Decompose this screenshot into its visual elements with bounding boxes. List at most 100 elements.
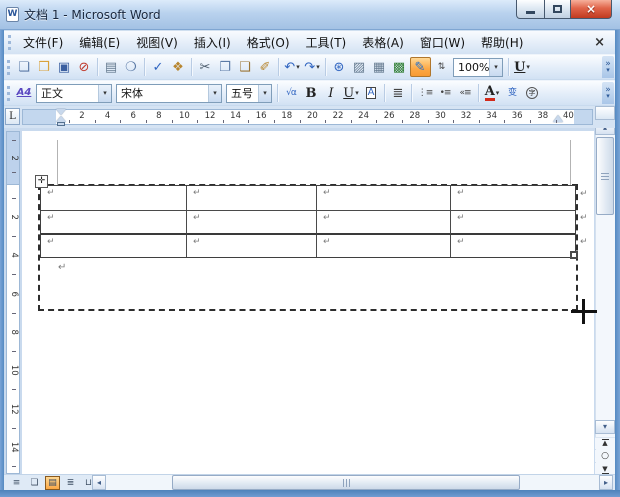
drawing-icon[interactable]: ✎ bbox=[410, 57, 431, 77]
menubar-close-icon[interactable]: × bbox=[594, 35, 605, 50]
underline-icon[interactable]: U▾ bbox=[342, 83, 361, 103]
character-border-icon[interactable]: A bbox=[362, 83, 381, 103]
permission-icon[interactable]: ⊘ bbox=[75, 57, 94, 77]
menu-item-6[interactable]: 表格(A) bbox=[354, 32, 412, 53]
close-button[interactable]: × bbox=[570, 0, 612, 19]
phonetic-guide-icon[interactable]: 变 bbox=[503, 83, 522, 103]
font-color-icon-dropdown[interactable]: ▾ bbox=[496, 89, 500, 97]
hyperlink-icon[interactable]: ⊛ bbox=[330, 57, 349, 77]
table-cell-r1c4[interactable]: ↵ bbox=[451, 186, 575, 211]
size-combobox-arrow[interactable]: ▾ bbox=[258, 85, 271, 102]
ruler-number-30: 30 bbox=[432, 112, 448, 121]
table-resize-handle[interactable] bbox=[570, 251, 578, 259]
undo-icon-dropdown[interactable]: ▾ bbox=[296, 63, 300, 71]
scroll-right-button[interactable]: ▸ bbox=[599, 475, 613, 490]
toolbar-drag-handle[interactable] bbox=[8, 35, 11, 50]
toolbar-drag-handle[interactable] bbox=[7, 60, 10, 75]
table-cell-r3c2[interactable]: ↵ bbox=[187, 235, 317, 257]
new-document-icon[interactable]: ❏ bbox=[15, 57, 34, 77]
menu-item-7[interactable]: 窗口(W) bbox=[412, 32, 473, 53]
font-combobox-arrow[interactable]: ▾ bbox=[208, 85, 221, 102]
cut-icon[interactable]: ✂ bbox=[196, 57, 215, 77]
redo-icon-dropdown[interactable]: ▾ bbox=[316, 63, 320, 71]
table-move-handle[interactable]: ✛ bbox=[35, 175, 48, 188]
center-align-icon[interactable]: ≣ bbox=[389, 83, 408, 103]
horizontal-scrollbar-thumb[interactable] bbox=[172, 475, 520, 490]
toolbar-drag-handle[interactable] bbox=[7, 86, 10, 101]
bold-icon[interactable]: B bbox=[302, 83, 321, 103]
font-color-icon[interactable]: A▾ bbox=[483, 83, 502, 103]
tables-and-borders-icon[interactable]: ▨ bbox=[350, 57, 369, 77]
insert-table-icon[interactable]: ▦ bbox=[370, 57, 389, 77]
paste-icon[interactable]: ❑ bbox=[236, 57, 255, 77]
size-combobox[interactable]: 五号▾ bbox=[226, 84, 272, 103]
move-cross-icon: ✛ bbox=[38, 177, 46, 186]
print-preview-icon[interactable]: ❍ bbox=[122, 57, 141, 77]
table-cell-r2c2[interactable]: ↵ bbox=[187, 211, 317, 235]
spelling-check-icon[interactable]: ✓ bbox=[149, 57, 168, 77]
open-folder-icon[interactable]: ❒ bbox=[35, 57, 54, 77]
redo-icon[interactable]: ↷▾ bbox=[303, 57, 322, 77]
menu-item-0[interactable]: 文件(F) bbox=[15, 32, 71, 53]
maximize-button[interactable] bbox=[544, 0, 571, 19]
view-normal-button[interactable]: ≡ bbox=[9, 476, 24, 490]
table-cell-r3c3[interactable]: ↵ bbox=[317, 235, 451, 257]
show-marks-icon[interactable]: ⇅ bbox=[432, 57, 451, 77]
equation-icon-glyph: √α bbox=[286, 89, 296, 98]
menu-item-3[interactable]: 插入(I) bbox=[186, 32, 239, 53]
bullet-list-icon[interactable]: •≡ bbox=[436, 83, 455, 103]
table-cell-r1c1[interactable]: ↵ bbox=[41, 186, 187, 211]
menu-item-2[interactable]: 视图(V) bbox=[128, 32, 186, 53]
insert-excel-icon-glyph: ▩ bbox=[393, 61, 405, 74]
previous-page-button[interactable]: ▲ bbox=[595, 437, 615, 449]
scroll-left-button[interactable]: ◂ bbox=[92, 475, 106, 490]
menu-item-1[interactable]: 编辑(E) bbox=[71, 32, 128, 53]
underline-icon-dropdown[interactable]: ▾ bbox=[355, 89, 359, 97]
toolbar-options-chevron[interactable]: »▾ bbox=[602, 82, 614, 104]
scroll-down-button[interactable]: ▾ bbox=[595, 420, 615, 434]
toolbar-options-chevron[interactable]: »▾ bbox=[602, 56, 614, 78]
view-outline-button[interactable]: ≣ bbox=[63, 476, 78, 490]
view-web-layout-button[interactable]: ❏ bbox=[27, 476, 42, 490]
insert-excel-icon[interactable]: ▩ bbox=[390, 57, 409, 77]
menu-item-8[interactable]: 帮助(H) bbox=[473, 32, 531, 53]
table-cell-r2c4[interactable]: ↵ bbox=[451, 211, 575, 235]
menu-item-5[interactable]: 工具(T) bbox=[298, 32, 355, 53]
zoom-combobox[interactable]: 100%▾ bbox=[453, 58, 503, 77]
style-combobox-arrow[interactable]: ▾ bbox=[98, 85, 111, 102]
table-cell-r2c1[interactable]: ↵ bbox=[41, 211, 187, 235]
print-icon-glyph: ▤ bbox=[105, 61, 117, 74]
research-icon[interactable]: ❖ bbox=[169, 57, 188, 77]
vertical-scrollbar-thumb[interactable] bbox=[596, 137, 614, 215]
italic-icon[interactable]: I bbox=[322, 83, 341, 103]
table-cell-r3c1[interactable]: ↵ bbox=[41, 235, 187, 257]
font-combobox[interactable]: 宋体▾ bbox=[116, 84, 222, 103]
table-cell-r3c4[interactable]: ↵ bbox=[451, 235, 575, 257]
underline-style-icon[interactable]: U▾ bbox=[513, 57, 532, 77]
underline-style-icon-dropdown[interactable]: ▾ bbox=[526, 63, 530, 71]
enclosed-character-icon[interactable]: 字 bbox=[523, 83, 542, 103]
view-page-layout-button[interactable]: ▤ bbox=[45, 476, 60, 490]
numbered-list-icon[interactable]: ⋮≡ bbox=[416, 83, 435, 103]
table-cell-r2c3[interactable]: ↵ bbox=[317, 211, 451, 235]
zoom-combobox-arrow[interactable]: ▾ bbox=[489, 59, 502, 76]
decrease-indent-icon[interactable]: «≡ bbox=[456, 83, 475, 103]
menu-item-4[interactable]: 格式(O) bbox=[239, 32, 298, 53]
table-cell-r1c2[interactable]: ↵ bbox=[187, 186, 317, 211]
select-browse-object-button[interactable]: ○ bbox=[595, 450, 615, 462]
print-icon[interactable]: ▤ bbox=[102, 57, 121, 77]
toolbar-separator bbox=[384, 84, 385, 102]
left-indent-marker[interactable] bbox=[57, 122, 65, 126]
copy-icon[interactable]: ❐ bbox=[216, 57, 235, 77]
undo-icon[interactable]: ↶▾ bbox=[283, 57, 302, 77]
tab-selector-button[interactable]: L bbox=[5, 108, 20, 125]
styles-pane-icon[interactable]: A4 bbox=[15, 83, 34, 103]
first-line-indent-marker[interactable] bbox=[56, 109, 66, 115]
table[interactable]: ↵↵↵↵↵↵↵↵↵↵↵↵ bbox=[40, 185, 576, 258]
table-cell-r1c3[interactable]: ↵ bbox=[317, 186, 451, 211]
minimize-button[interactable] bbox=[516, 0, 545, 19]
format-painter-icon[interactable]: ✐ bbox=[256, 57, 275, 77]
save-icon[interactable]: ▣ bbox=[55, 57, 74, 77]
style-combobox[interactable]: 正文▾ bbox=[36, 84, 112, 103]
equation-icon[interactable]: √α bbox=[282, 83, 301, 103]
